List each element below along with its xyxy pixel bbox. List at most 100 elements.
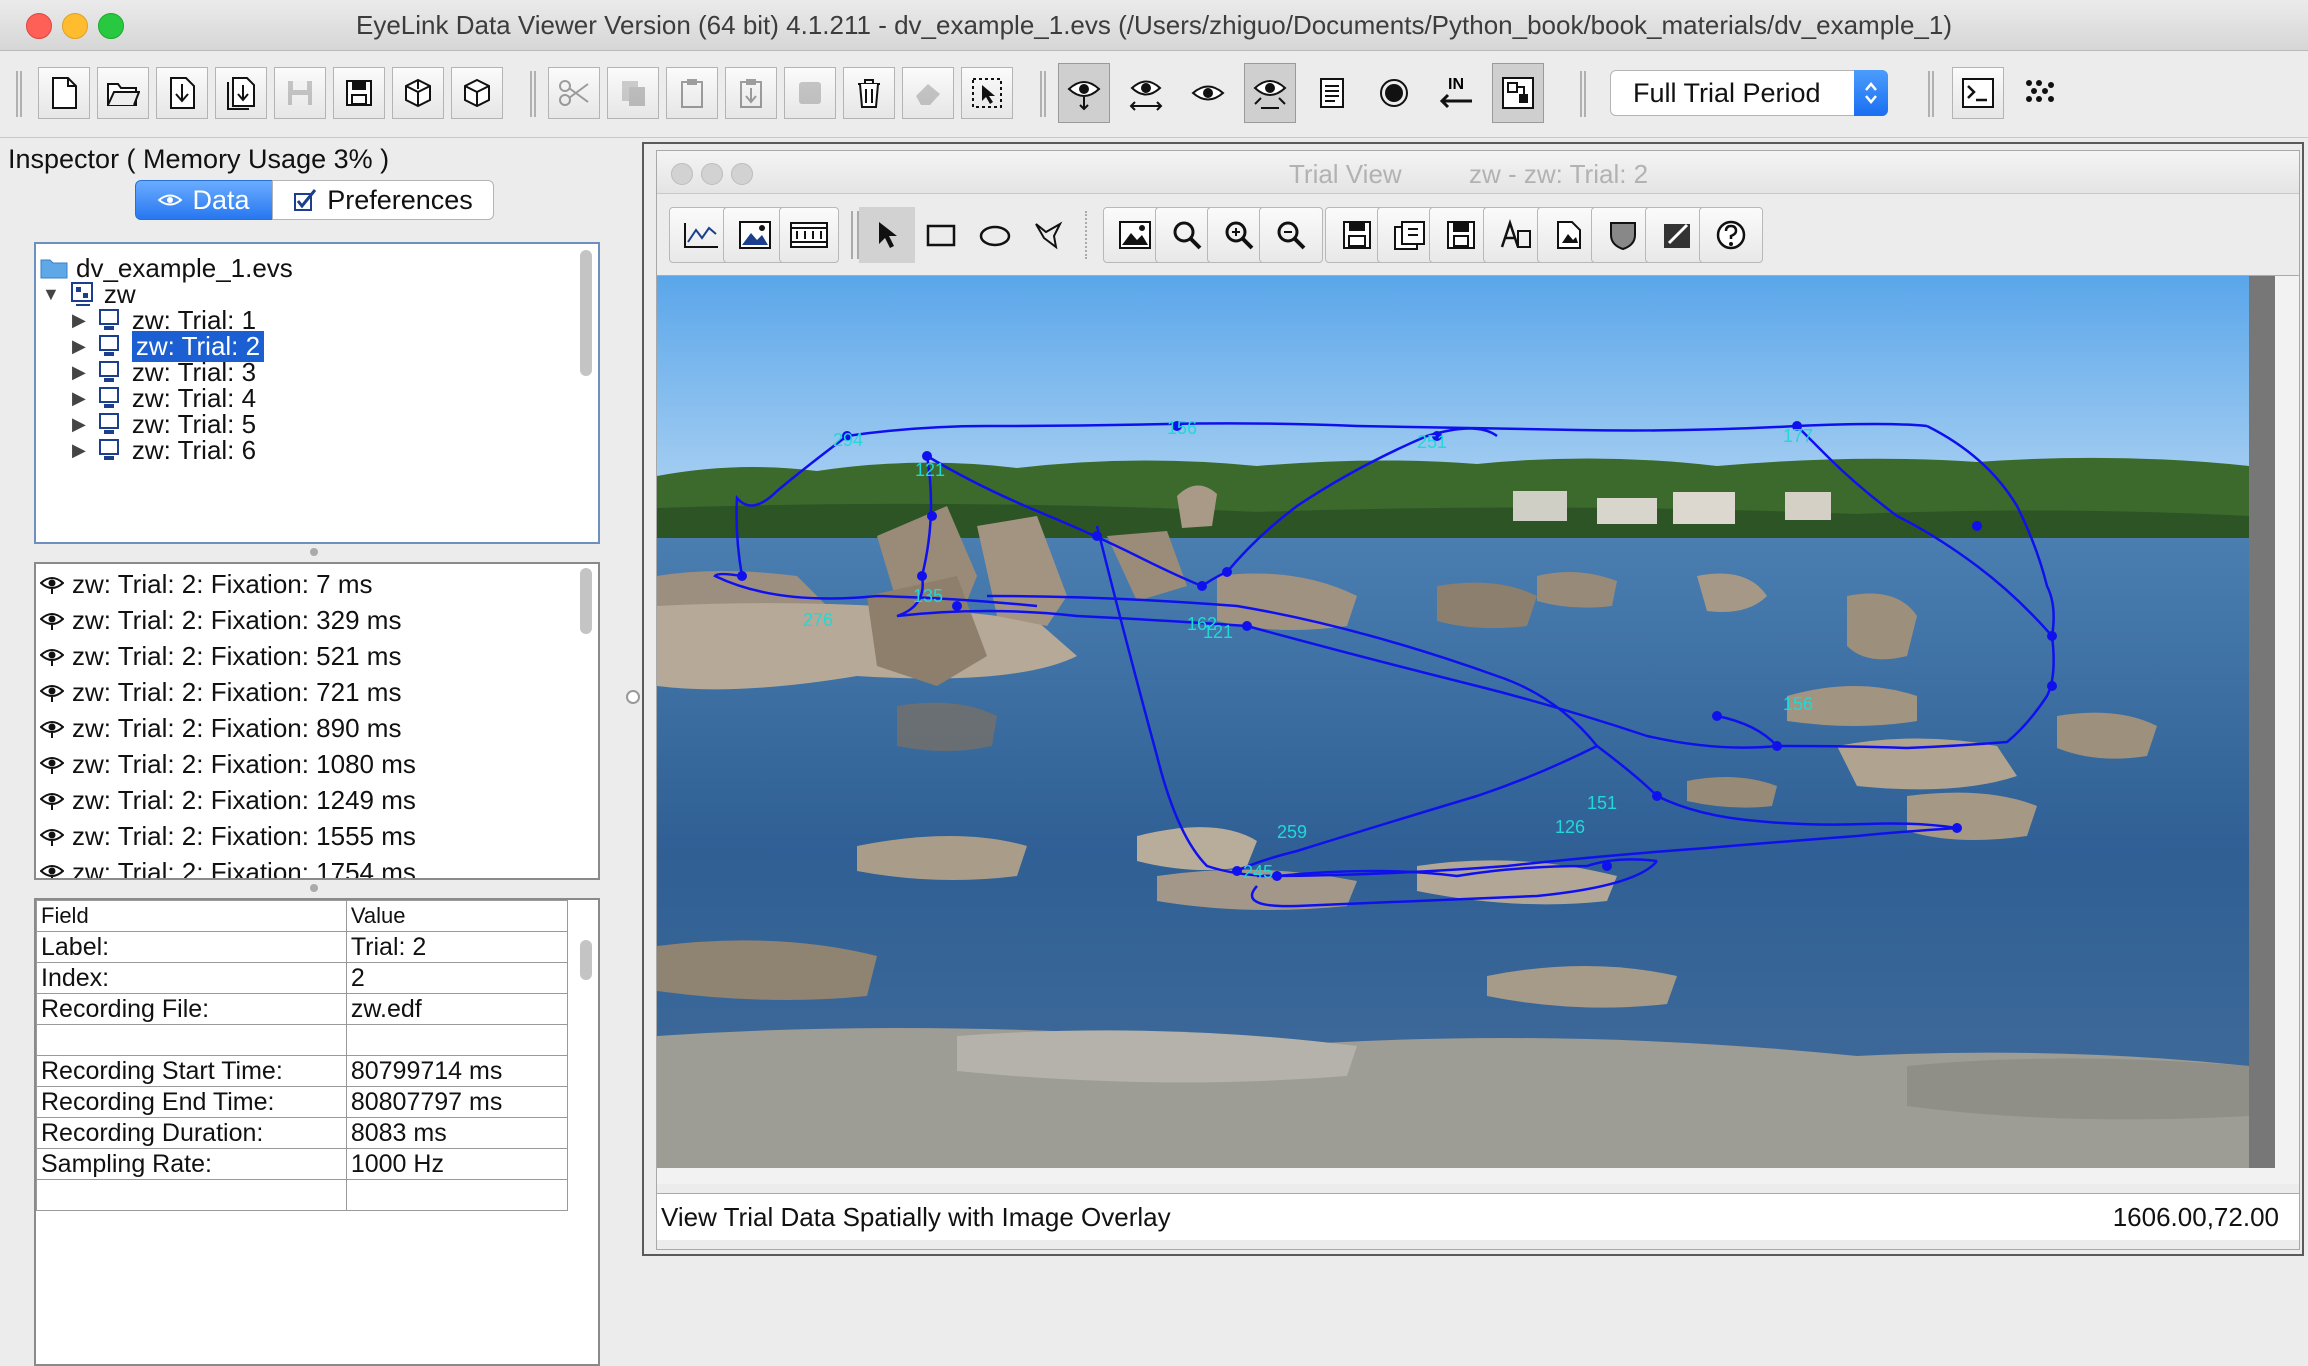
split-pane-handle[interactable] — [626, 690, 640, 704]
eye-temporal-icon — [1129, 80, 1163, 111]
property-field: Sampling Rate: — [36, 1148, 347, 1180]
tree-item-trial[interactable]: ▶ zw: Trial: 6 — [72, 432, 256, 468]
animation-view-button[interactable] — [1182, 67, 1234, 119]
import-multiple-button[interactable] — [215, 67, 267, 119]
table-row: Recording File: zw.edf — [36, 993, 569, 1025]
package-box-icon — [464, 78, 490, 108]
paste-special-button[interactable] — [725, 67, 777, 119]
temporal-graph-view-button[interactable] — [1120, 67, 1172, 119]
text-segment-icon — [1500, 219, 1531, 248]
event-list-item[interactable]: zw: Trial: 2: Fixation: 329 ms — [40, 602, 401, 638]
help-question-icon — [1716, 220, 1746, 250]
fixation-eye-icon — [40, 757, 64, 774]
import-button[interactable] — [156, 67, 208, 119]
tree-scrollbar[interactable] — [580, 250, 592, 376]
trial-icon — [98, 439, 119, 460]
window-title: EyeLink Data Viewer Version (64 bit) 4.1… — [355, 10, 1952, 40]
trial-minimize-button[interactable] — [701, 163, 723, 185]
clear-button[interactable] — [784, 67, 836, 119]
eye-aggregate-icon — [1253, 80, 1287, 109]
property-value — [345, 1179, 569, 1211]
ellipse-icon — [979, 225, 1011, 247]
magnifier-icon — [1173, 221, 1202, 250]
fixation-point — [2047, 681, 2057, 691]
trial-maximize-button[interactable] — [731, 163, 753, 185]
toolbar-separator — [1040, 71, 1046, 117]
fixation-point — [2047, 631, 2057, 641]
record-button[interactable] — [1368, 67, 1420, 119]
hide-button[interactable] — [902, 67, 954, 119]
toolbar-separator — [1580, 71, 1586, 117]
plugins-button[interactable] — [2014, 67, 2066, 119]
copy-button[interactable] — [607, 67, 659, 119]
trial-viewport[interactable]: 294 156 251 177 121 135 276 162 121 259 151 126 156 2… — [657, 275, 2299, 1184]
paste-button[interactable] — [666, 67, 718, 119]
trial-close-button[interactable] — [671, 163, 693, 185]
aggregate-view-button[interactable] — [1244, 63, 1296, 123]
properties-scrollbar[interactable] — [580, 940, 592, 980]
event-list-item[interactable]: zw: Trial: 2: Fixation: 1249 ms — [40, 782, 416, 818]
column-header-field[interactable]: Field — [36, 900, 347, 932]
property-field: Recording File: — [36, 993, 347, 1025]
help-button[interactable] — [1699, 207, 1763, 263]
event-list-item[interactable]: zw: Trial: 2: Fixation: 721 ms — [40, 674, 401, 710]
spatial-overlay-view-button[interactable] — [1058, 63, 1110, 123]
copy-icon — [622, 81, 645, 106]
property-field — [36, 1024, 347, 1056]
fixation-eye-icon — [40, 865, 64, 878]
export-button[interactable] — [392, 67, 444, 119]
fixation-point — [1272, 871, 1282, 881]
rectangle-icon — [926, 224, 956, 247]
trial-view-title: Trial View — [1289, 159, 1402, 189]
column-header-value[interactable]: Value — [345, 900, 569, 932]
event-list-item[interactable]: zw: Trial: 2: Fixation: 890 ms — [40, 710, 401, 746]
inspector-title: Inspector ( Memory Usage 3% ) — [8, 144, 390, 174]
select-all-button[interactable] — [961, 67, 1013, 119]
save-button[interactable] — [274, 67, 326, 119]
table-row: Label: Trial: 2 — [36, 931, 569, 963]
trial-view-window: Trial View zw - zw: Trial: 2 294 156 251… — [656, 150, 2300, 1250]
open-file-button[interactable] — [97, 67, 149, 119]
shield-heatmap-icon — [1610, 222, 1636, 251]
save-as-button[interactable] — [333, 67, 385, 119]
tab-data[interactable]: Data — [135, 180, 273, 220]
table-row: Recording Duration: 8083 ms — [36, 1117, 569, 1149]
rectangle-tool[interactable] — [913, 207, 969, 263]
event-list: zw: Trial: 2: Fixation: 7 ms zw: Trial: 2… — [34, 562, 600, 880]
package-button[interactable] — [451, 67, 503, 119]
cut-button[interactable] — [548, 67, 600, 119]
viewport-scrollbar[interactable] — [2249, 276, 2275, 1168]
fixation-duration-label: 251 — [1417, 432, 1447, 452]
delete-button[interactable] — [843, 67, 895, 119]
pointer-tool[interactable] — [859, 207, 915, 263]
interest-area-button[interactable] — [1492, 63, 1544, 123]
event-list-item[interactable]: zw: Trial: 2: Fixation: 521 ms — [40, 638, 401, 674]
fixation-eye-icon — [40, 613, 64, 630]
new-file-button[interactable] — [38, 67, 90, 119]
ellipse-tool[interactable] — [967, 207, 1023, 263]
console-button[interactable] — [1952, 67, 2004, 119]
event-list-item[interactable]: zw: Trial: 2: Fixation: 1080 ms — [40, 746, 416, 782]
splitter-handle[interactable] — [310, 884, 318, 892]
fixation-eye-icon — [40, 793, 64, 810]
video-overlay-button[interactable] — [779, 207, 839, 263]
event-scrollbar[interactable] — [580, 568, 592, 634]
splitter-handle[interactable] — [310, 548, 318, 556]
main-toolbar: IN Full Trial Period — [0, 51, 2308, 138]
event-list-item[interactable]: zw: Trial: 2: Fixation: 1754 ms — [40, 854, 416, 878]
property-value: 1000 Hz — [345, 1148, 569, 1180]
zoom-out-button[interactable] — [1259, 207, 1323, 263]
stimulus-image-with-scanpath[interactable]: 294156251 177121135276 1621212591511261562… — [657, 276, 2249, 1168]
select-area-icon — [972, 78, 1002, 108]
eye-spatial-icon — [1067, 81, 1101, 111]
expand-right-icon[interactable]: ▶ — [72, 440, 86, 461]
freehand-tool[interactable] — [1021, 207, 1077, 263]
expand-down-icon[interactable]: ▼ — [42, 284, 60, 305]
image-overlay-button[interactable] — [723, 207, 787, 263]
period-select[interactable]: Full Trial Period — [1610, 70, 1888, 116]
interest-period-button[interactable]: IN — [1430, 67, 1482, 119]
event-list-item[interactable]: zw: Trial: 2: Fixation: 7 ms — [40, 566, 373, 602]
report-button[interactable] — [1306, 67, 1358, 119]
event-list-item[interactable]: zw: Trial: 2: Fixation: 1555 ms — [40, 818, 416, 854]
tab-preferences[interactable]: Preferences — [272, 180, 494, 220]
